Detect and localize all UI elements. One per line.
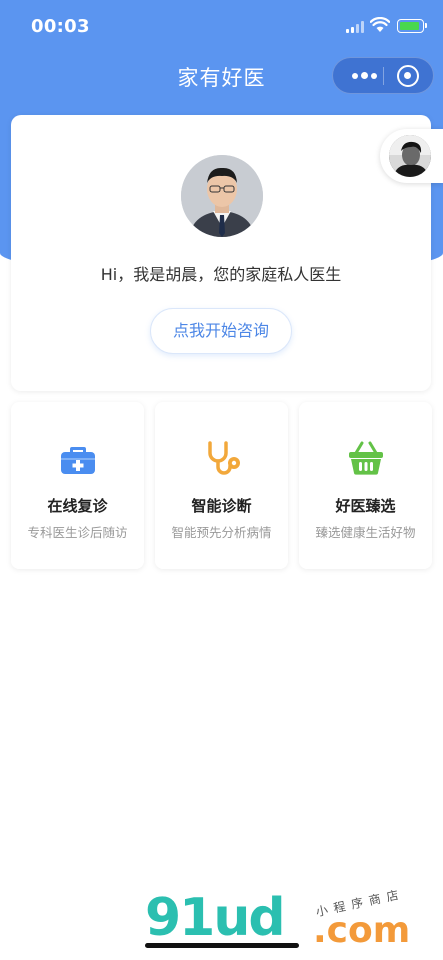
status-time: 00:03 xyxy=(31,16,90,37)
service-subtitle: 臻选健康生活好物 xyxy=(315,525,416,540)
user-avatar xyxy=(389,135,431,177)
service-title: 好医臻选 xyxy=(335,497,396,515)
service-card-curated-goods[interactable]: 好医臻选 臻选健康生活好物 xyxy=(299,402,432,569)
battery-icon xyxy=(397,19,427,33)
service-subtitle: 专科医生诊后随访 xyxy=(27,525,128,540)
watermark: 91ud .com 小程序商店 xyxy=(145,887,435,951)
medical-kit-icon xyxy=(61,447,95,474)
service-subtitle: 智能预先分析病情 xyxy=(171,525,272,540)
service-title: 在线复诊 xyxy=(47,497,108,515)
mini-program-capsule xyxy=(332,57,434,94)
status-bar: 00:03 xyxy=(0,0,443,54)
service-title: 智能诊断 xyxy=(191,497,252,515)
home-indicator xyxy=(145,943,299,948)
service-card-smart-diagnosis[interactable]: 智能诊断 智能预先分析病情 xyxy=(155,402,288,569)
stethoscope-icon xyxy=(208,441,240,475)
more-options-icon[interactable] xyxy=(345,58,383,93)
start-consultation-button[interactable]: 点我开始咨询 xyxy=(150,308,292,354)
doctor-card: Hi，我是胡晨，您的家庭私人医生 点我开始咨询 xyxy=(11,115,431,391)
wifi-icon xyxy=(370,17,390,32)
doctor-avatar xyxy=(181,155,263,237)
floating-user-avatar[interactable] xyxy=(380,129,443,183)
doctor-greeting: Hi，我是胡晨，您的家庭私人医生 xyxy=(100,265,342,284)
close-mini-program-icon[interactable] xyxy=(397,65,419,87)
cellular-signal-icon xyxy=(346,21,364,33)
basket-icon xyxy=(349,441,383,475)
watermark-brand: 91ud xyxy=(145,888,286,948)
service-card-online-revisit[interactable]: 在线复诊 专科医生诊后随访 xyxy=(11,402,144,569)
